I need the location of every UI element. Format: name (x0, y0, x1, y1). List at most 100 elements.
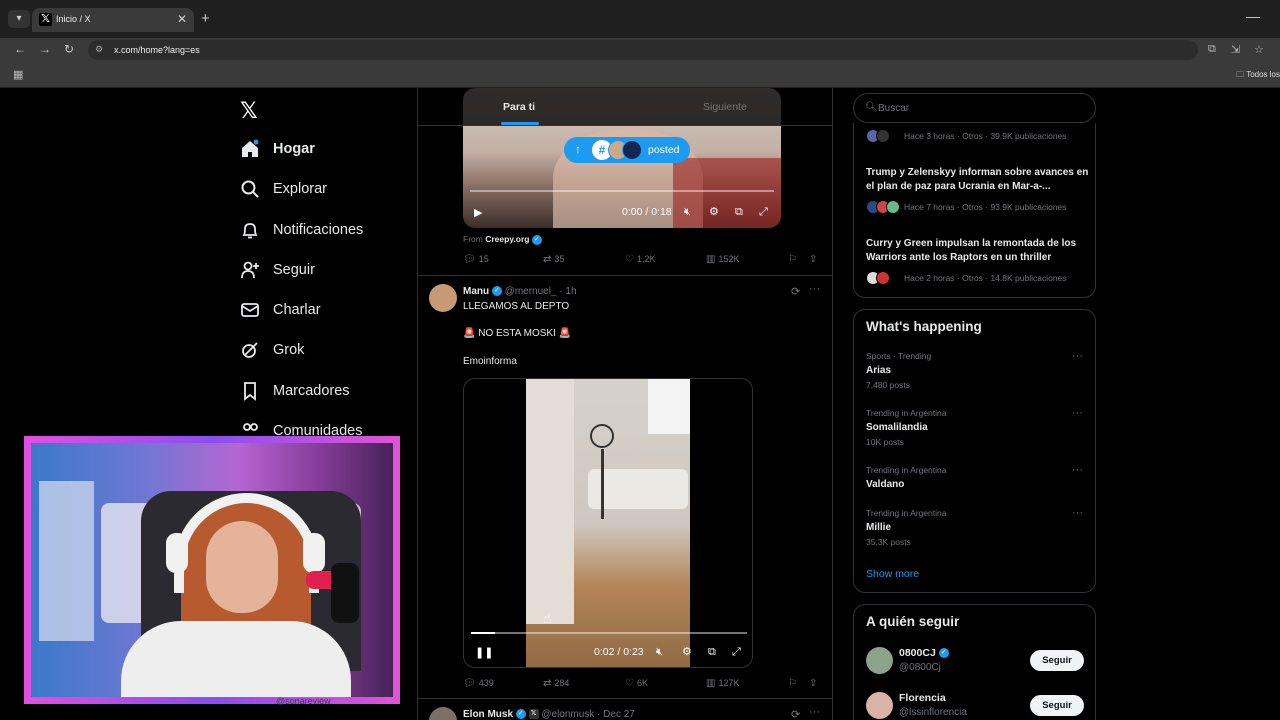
star-icon[interactable]: ☆ (1254, 43, 1264, 56)
more-icon[interactable]: ··· (1072, 464, 1083, 476)
post-divider (418, 275, 832, 276)
reply-button[interactable]: 💬︎ 439 (463, 678, 494, 689)
pip-icon[interactable]: ⧉ (735, 206, 743, 219)
author-handle[interactable]: @elonmusk · Dec 27 (541, 709, 635, 720)
feed-tabs: Para ti Siguiente (418, 88, 832, 126)
more-icon[interactable]: ··· (1072, 407, 1083, 419)
nav-item-messages[interactable]: Charlar (240, 298, 321, 322)
post-header: Manu ✓ @mernuel_ · 1h (463, 286, 577, 297)
settings-icon[interactable]: ⚙ (682, 645, 692, 658)
mute-icon[interactable]: 🔇︎ (684, 206, 691, 219)
nav-item-bookmarks[interactable]: Marcadores (240, 379, 350, 403)
apps-grid-icon[interactable]: ▦ (13, 68, 23, 81)
like-button[interactable]: ♡ 6K (625, 678, 648, 689)
share-icon: ⇪ (809, 254, 818, 265)
whats-happening-panel: What's happening Sports · Trending Arias… (853, 309, 1096, 593)
nav-item-grok[interactable]: Grok (240, 338, 304, 362)
share-button[interactable]: ⇪ (809, 678, 820, 689)
fullscreen-icon[interactable]: ⤢ (759, 206, 768, 219)
tab-search-button[interactable]: ▾ (8, 10, 30, 28)
follow-button[interactable]: Seguir (1030, 695, 1084, 716)
close-icon[interactable]: ✕ (177, 12, 187, 26)
grok-icon[interactable]: ⟳ (791, 285, 800, 298)
back-icon[interactable]: ← (14, 42, 26, 56)
new-posts-pill[interactable]: ↑ # posted (564, 137, 690, 163)
reply-button[interactable]: 💬︎ 15 (463, 254, 489, 265)
avatar[interactable] (429, 707, 457, 720)
install-icon[interactable]: ⇲ (1231, 43, 1240, 56)
bookmark-button[interactable]: ⚐ (788, 678, 800, 689)
tab-following[interactable]: Siguiente (703, 101, 747, 113)
bookmarks-bar: ▦ 🗀 Todos los (0, 62, 1280, 88)
timeline[interactable]: Para ti Siguiente ↑ # posted ▶ 0:00 / 0:… (417, 88, 833, 720)
reload-icon[interactable]: ↻ (64, 42, 74, 56)
pause-icon[interactable]: ❚❚ (475, 646, 493, 659)
avatar[interactable] (866, 692, 893, 719)
repost-button[interactable]: ⇄ 35 (543, 254, 564, 265)
x-logo-icon[interactable]: 𝕏 (240, 98, 258, 124)
author-handle[interactable]: @mernuel_ · 1h (505, 286, 577, 297)
views-button[interactable]: ▥ 152K (706, 254, 739, 265)
settings-icon[interactable]: ⚙ (709, 205, 719, 218)
suggested-user-name[interactable]: 0800CJ ✓ (899, 647, 949, 659)
suggested-user-name[interactable]: Florencia (899, 692, 946, 704)
nav-item-follow[interactable]: Seguir (240, 258, 315, 282)
bookmark-icon (244, 382, 256, 401)
author-name[interactable]: Elon Musk (463, 709, 513, 720)
who-to-follow-title: A quién seguir (866, 614, 960, 629)
trend-count: 7,480 posts (866, 380, 910, 390)
more-icon[interactable]: ··· (1072, 350, 1083, 362)
site-info-icon[interactable]: ⚙ (95, 44, 103, 55)
bookmark-button[interactable]: ⚐ (788, 254, 800, 265)
translate-icon[interactable]: ⧉ (1208, 43, 1216, 56)
nav-item-notifications[interactable]: Notificaciones (240, 218, 363, 242)
nav-item-home[interactable]: Hogar (240, 137, 315, 161)
more-icon[interactable]: ··· (809, 283, 820, 295)
trend-name[interactable]: Valdano (866, 479, 904, 490)
play-icon[interactable]: ▶ (474, 206, 482, 219)
post-text-line: LLEGAMOS AL DEPTO (463, 301, 570, 312)
chart-icon: ▥ (706, 254, 716, 265)
bookmarks-folder[interactable]: 🗀 Todos los (1236, 69, 1280, 83)
pip-icon[interactable]: ⧉ (708, 646, 716, 659)
nav-item-explore[interactable]: Explorar (240, 177, 327, 201)
video-progress-bar[interactable] (470, 190, 774, 192)
follow-button[interactable]: Seguir (1030, 650, 1084, 671)
video-source[interactable]: From Creepy.org ✓ (463, 234, 542, 245)
more-icon[interactable]: ··· (809, 706, 820, 718)
like-button[interactable]: ♡ 1.2K (625, 254, 655, 265)
more-icon[interactable]: ··· (1072, 507, 1083, 519)
tab-for-you[interactable]: Para ti (503, 101, 535, 113)
forward-icon[interactable]: → (39, 42, 51, 56)
news-meta: Hace 7 horas · Otros · 93.9K publicacion… (904, 202, 1067, 212)
avatar[interactable] (429, 284, 457, 312)
show-more-link[interactable]: Show more (866, 568, 919, 580)
heart-icon: ♡ (625, 678, 634, 689)
video-progress-bar[interactable] (471, 632, 747, 634)
views-button[interactable]: ▥ 127K (706, 678, 739, 689)
repost-button[interactable]: ⇄ 284 (543, 678, 569, 689)
mute-icon[interactable]: 🔇︎ (656, 646, 663, 659)
search-input[interactable]: 🔍︎ Buscar (853, 93, 1096, 123)
avatar[interactable] (866, 647, 893, 674)
minimize-icon[interactable]: — (1246, 8, 1260, 24)
browser-tab[interactable]: 𝕏 Inicio / X ✕ (32, 8, 194, 32)
trend-name[interactable]: Millie (866, 522, 891, 533)
trend-name[interactable]: Somalilandia (866, 422, 928, 433)
trend-count: 10K posts (866, 437, 904, 447)
grok-icon[interactable]: ⟳ (791, 708, 800, 720)
video-frame-fan (590, 424, 614, 448)
news-item-title[interactable]: Trump y Zelenskyy informan sobre avances… (866, 166, 1091, 194)
fullscreen-icon[interactable]: ⤢ (732, 646, 741, 659)
url-input[interactable]: ⚙ x.com/home?lang=es (88, 40, 1198, 60)
post-actions: 💬︎ 439 ⇄ 284 ♡ 6K ▥ 127K ⚐ ⇪ (463, 678, 826, 694)
new-tab-icon[interactable]: + (201, 10, 210, 27)
trend-name[interactable]: Arias (866, 365, 891, 376)
video-player[interactable]: ❚❚ 0:02 / 0:23 🔇︎ ⚙ ⧉ ⤢ (463, 378, 753, 668)
video-frame-wall (526, 379, 574, 624)
author-name[interactable]: Manu (463, 286, 489, 297)
news-item-title[interactable]: Curry y Green impulsan la remontada de l… (866, 237, 1091, 265)
share-button[interactable]: ⇪ (809, 254, 820, 265)
news-avatars (866, 271, 900, 285)
add-user-icon (241, 261, 259, 279)
